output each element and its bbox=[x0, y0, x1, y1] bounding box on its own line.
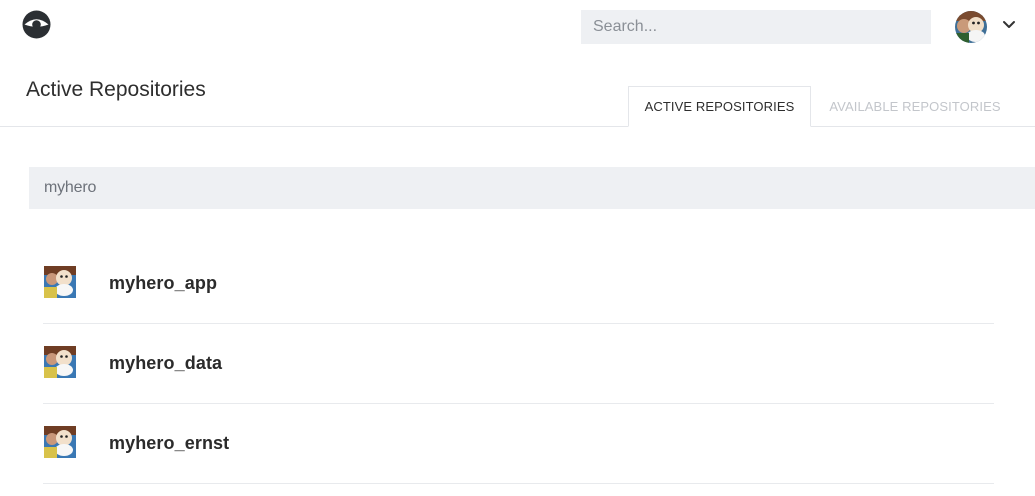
repo-avatar-icon bbox=[44, 426, 76, 458]
drone-logo-icon[interactable] bbox=[21, 10, 52, 39]
tab-active-repositories[interactable]: ACTIVE REPOSITORIES bbox=[628, 86, 811, 127]
page-title: Active Repositories bbox=[26, 78, 206, 101]
list-item[interactable]: myhero_data bbox=[43, 324, 994, 404]
user-avatar-icon[interactable] bbox=[955, 11, 989, 43]
top-bar bbox=[0, 0, 1035, 56]
repository-name[interactable]: myhero_ernst bbox=[109, 433, 229, 454]
repository-list: myhero_app myhero_data myhero_ernst bbox=[43, 244, 994, 484]
repository-name[interactable]: myhero_data bbox=[109, 353, 222, 374]
search-input[interactable] bbox=[581, 10, 931, 44]
repo-avatar-icon bbox=[44, 346, 76, 378]
list-item[interactable]: myhero_ernst bbox=[43, 404, 994, 484]
tab-available-repositories[interactable]: AVAILABLE REPOSITORIES bbox=[811, 86, 1019, 127]
chevron-down-icon[interactable] bbox=[1001, 18, 1017, 32]
repository-name[interactable]: myhero_app bbox=[109, 273, 217, 294]
repository-filter-input[interactable] bbox=[29, 167, 1035, 209]
list-item[interactable]: myhero_app bbox=[43, 244, 994, 324]
repo-avatar-icon bbox=[44, 266, 76, 298]
